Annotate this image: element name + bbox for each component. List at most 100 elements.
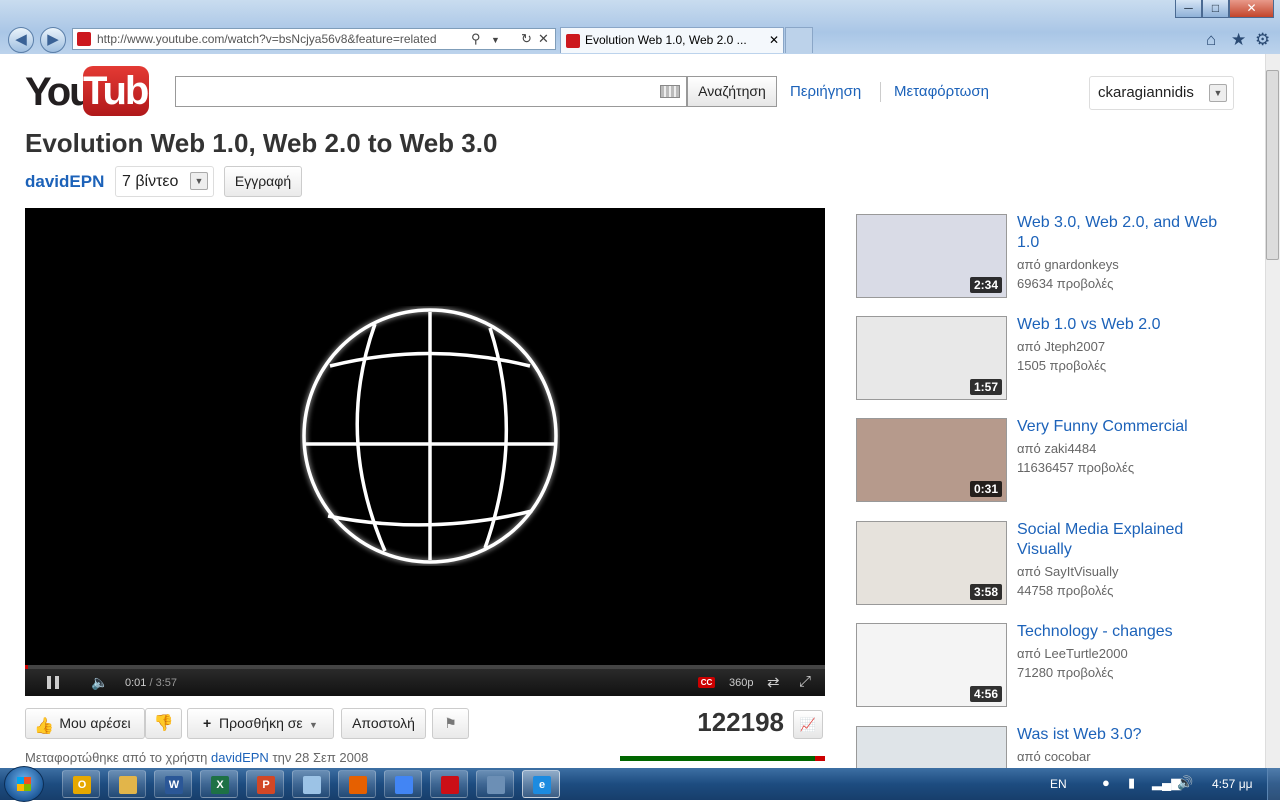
browse-link[interactable]: Περιήγηση — [790, 83, 861, 100]
video-title: Evolution Web 1.0, Web 2.0 to Web 3.0 — [25, 128, 498, 158]
channel-link[interactable]: davidEPN — [25, 172, 104, 192]
related-author: από gnardonkeys — [1017, 257, 1119, 272]
ratings-bar — [620, 756, 825, 761]
taskbar-outlook-button[interactable]: O — [62, 770, 100, 798]
duration-badge: 4:56 — [969, 686, 1002, 702]
address-dropdown-icon[interactable]: ▼ — [491, 30, 500, 50]
duration-badge: 1:57 — [969, 379, 1002, 395]
youtube-favicon-icon — [77, 32, 91, 46]
duration-badge: 2:34 — [969, 277, 1002, 293]
related-thumbnail[interactable] — [856, 726, 1007, 768]
related-author: από zaki4484 — [1017, 441, 1097, 456]
related-title[interactable]: Social Media Explained Visually — [1017, 520, 1232, 560]
tab-close-icon[interactable]: ✕ — [769, 28, 779, 53]
popout-icon[interactable]: ⇄ — [767, 673, 780, 691]
related-video-item[interactable]: 2:34 Web 3.0, Web 2.0, and Web 1.0 από gna… — [856, 214, 1236, 304]
taskbar-firefox-button[interactable] — [338, 770, 376, 798]
related-video-item[interactable]: 3:58 Social Media Explained Visually από S… — [856, 521, 1236, 611]
like-label: Μου αρέσει — [59, 715, 131, 731]
clock[interactable]: 4:57 μμ — [1212, 777, 1253, 791]
related-title[interactable]: Very Funny Commercial — [1017, 417, 1232, 437]
captions-icon[interactable]: CC — [698, 677, 715, 688]
back-button[interactable]: ◀ — [8, 27, 34, 53]
chrome-icon — [395, 776, 413, 794]
current-time: 0:01 — [125, 677, 147, 689]
flag-icon: ⚑ — [444, 715, 457, 731]
taskbar-powerpoint-button[interactable]: P — [246, 770, 284, 798]
uploader-link[interactable]: davidEPN — [211, 750, 269, 765]
taskbar-opera-button[interactable] — [430, 770, 468, 798]
maximize-button[interactable]: □ — [1202, 0, 1229, 18]
tab-title: Evolution Web 1.0, Web 2.0 ... — [585, 33, 747, 47]
address-bar[interactable]: http://www.youtube.com/watch?v=bsNcjya56… — [72, 28, 556, 50]
refresh-icon[interactable]: ↻ — [521, 29, 532, 49]
tab-active[interactable]: Evolution Web 1.0, Web 2.0 ... ✕ — [560, 27, 784, 53]
search-input[interactable] — [175, 76, 687, 107]
related-video-item[interactable]: 0:31 Very Funny Commercial από zaki4484 116… — [856, 418, 1236, 508]
share-button[interactable]: Αποστολή — [341, 708, 426, 739]
volume-icon[interactable]: 🔈 — [91, 674, 108, 691]
related-video-item[interactable]: 1:57 Web 1.0 vs Web 2.0 από Jteph2007 1505 … — [856, 316, 1236, 406]
home-icon[interactable]: ⌂ — [1206, 30, 1216, 50]
channel-videos-dropdown[interactable]: 7 βίντεο ▼ — [115, 166, 214, 197]
related-thumbnail[interactable]: 1:57 — [856, 316, 1007, 400]
user-menu[interactable]: ckaragiannidis ▼ — [1089, 76, 1234, 110]
tools-icon[interactable]: ⚙ — [1255, 30, 1270, 50]
flag-button[interactable]: ⚑ — [432, 708, 469, 739]
subscribe-button[interactable]: Εγγραφή — [224, 166, 302, 197]
keyboard-icon[interactable] — [660, 85, 680, 98]
duration-badge: 0:31 — [969, 481, 1002, 497]
related-title[interactable]: Web 3.0, Web 2.0, and Web 1.0 — [1017, 213, 1232, 253]
taskbar-word-button[interactable]: W — [154, 770, 192, 798]
quality-button[interactable]: 360p — [729, 677, 753, 689]
related-thumbnail[interactable]: 4:56 — [856, 623, 1007, 707]
favorites-icon[interactable]: ★ — [1231, 30, 1246, 50]
taskbar-chrome-button[interactable] — [384, 770, 422, 798]
taskbar-explorer-button[interactable] — [108, 770, 146, 798]
taskbar-notepad-button[interactable] — [292, 770, 330, 798]
related-title[interactable]: Web 1.0 vs Web 2.0 — [1017, 315, 1232, 335]
video-count-label: 7 βίντεο — [122, 173, 179, 190]
add-to-button[interactable]: + Προσθήκη σε ▼ — [187, 708, 334, 739]
related-title[interactable]: Technology - changes — [1017, 622, 1232, 642]
stats-button[interactable]: 📈 — [793, 710, 823, 739]
related-thumbnail[interactable]: 0:31 — [856, 418, 1007, 502]
start-button[interactable] — [4, 766, 44, 802]
network-icon[interactable]: ▮ — [1128, 775, 1135, 791]
address-search-icon[interactable]: ⚲ — [471, 29, 481, 49]
new-tab-button[interactable] — [785, 27, 813, 53]
chevron-down-icon: ▼ — [1209, 84, 1227, 102]
thumbs-up-icon: 👍 — [34, 718, 54, 735]
related-thumbnail[interactable]: 3:58 — [856, 521, 1007, 605]
volume-icon[interactable]: 🔊 — [1177, 775, 1193, 791]
pause-button[interactable] — [47, 676, 59, 689]
add-to-label: Προσθήκη σε — [219, 715, 303, 731]
app-icon — [487, 776, 505, 794]
dislike-button[interactable]: 👎 — [145, 708, 182, 739]
search-button[interactable]: Αναζήτηση — [687, 76, 777, 107]
stop-icon[interactable]: ✕ — [538, 29, 549, 49]
related-video-item[interactable]: Was ist Web 3.0? από cocobar — [856, 726, 1236, 768]
related-video-item[interactable]: 4:56 Technology - changes από LeeTurtle200… — [856, 623, 1236, 713]
upload-link[interactable]: Μεταφόρτωση — [894, 83, 989, 100]
related-views: 1505 προβολές — [1017, 358, 1107, 373]
close-button[interactable]: ✕ — [1229, 0, 1274, 18]
explorer-icon — [119, 776, 137, 794]
related-title[interactable]: Was ist Web 3.0? — [1017, 725, 1232, 745]
taskbar-app-button[interactable] — [476, 770, 514, 798]
related-thumbnail[interactable]: 2:34 — [856, 214, 1007, 298]
notepad-icon — [303, 776, 321, 794]
notification-icon[interactable]: ● — [1102, 775, 1110, 790]
minimize-button[interactable]: ─ — [1175, 0, 1202, 18]
plus-icon: + — [203, 715, 212, 731]
taskbar-excel-button[interactable]: X — [200, 770, 238, 798]
video-player[interactable]: 🔈 0:01 / 3:57 CC 360p ⇄ ⤢ — [25, 208, 825, 696]
taskbar-internet-explorer-button[interactable]: e — [522, 770, 560, 798]
fullscreen-icon[interactable]: ⤢ — [799, 673, 811, 690]
scrollbar-thumb[interactable] — [1266, 70, 1279, 260]
language-indicator[interactable]: EN — [1050, 777, 1067, 791]
show-desktop-button[interactable] — [1267, 768, 1280, 800]
youtube-logo[interactable]: You Tube — [25, 66, 170, 118]
like-button[interactable]: 👍 Μου αρέσει — [25, 708, 145, 739]
forward-button[interactable]: ▶ — [40, 27, 66, 53]
